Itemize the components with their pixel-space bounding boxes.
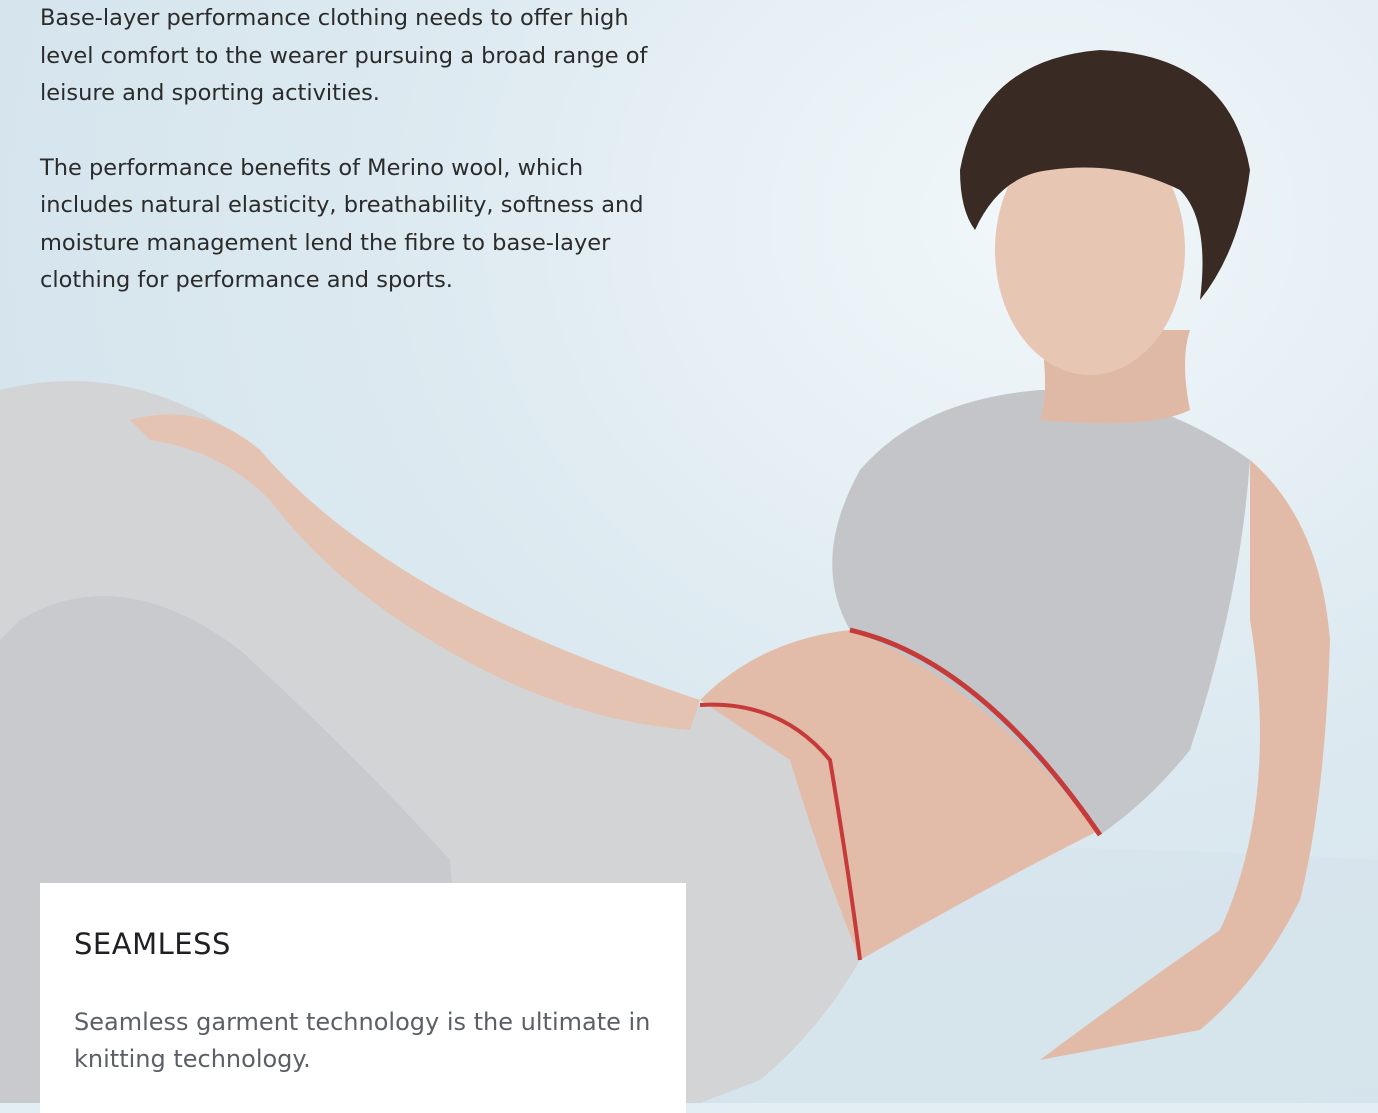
intro-paragraph: The performance benefits of Merino wool,… [40,154,644,294]
feature-description: Seamless garment technology is the ultim… [74,1008,651,1073]
feature-title: SEAMLESS [74,927,231,961]
intro-paragraph: Base-layer performance clothing needs to… [40,5,648,106]
intro-text: Base-layer performance clothing needs to… [40,0,680,300]
feature-card: SEAMLESS Seamless garment technology is … [40,883,686,1113]
